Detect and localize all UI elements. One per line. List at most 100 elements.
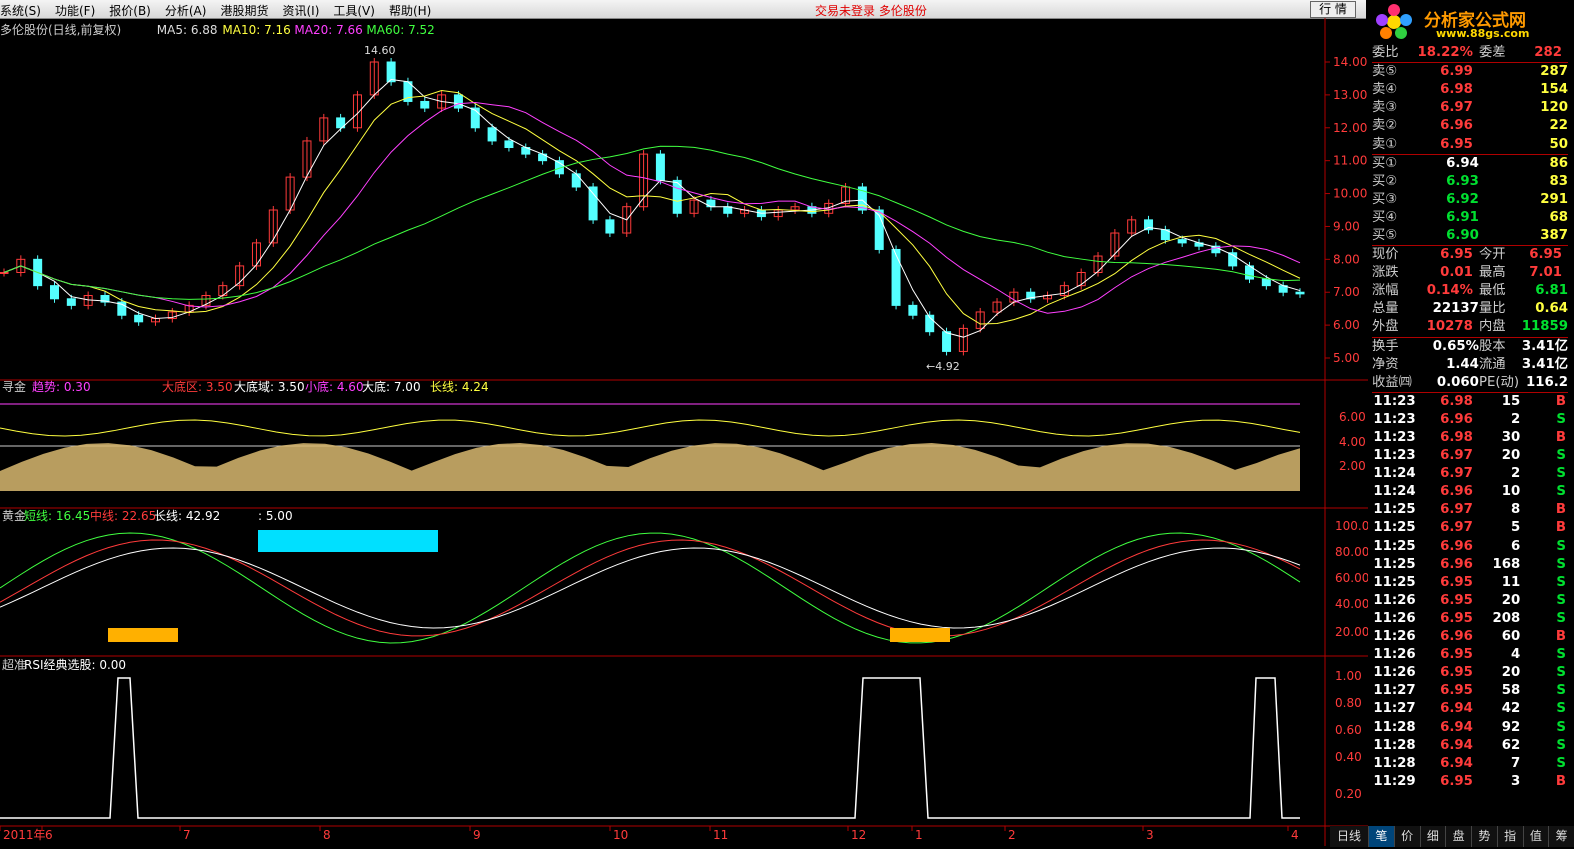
quote-cell: 11:26 (1373, 610, 1416, 626)
quote-panel: 委比 18.22% 委差 282 卖⑤ 6.99 287 卖④ 6.98 154 卖③ 6.97 120… (1368, 44, 1574, 826)
quote-cell: 11:23 (1373, 393, 1416, 409)
ind2-axis-label: 40.00 (1335, 597, 1368, 611)
quote-cell: 10 (1501, 484, 1521, 500)
quote-cell: S (1556, 592, 1566, 608)
quote-cell: 卖① (1372, 136, 1398, 152)
panel-tab-0[interactable]: 笔 (1368, 826, 1394, 847)
x-axis-label: 3 (1146, 828, 1154, 842)
price-axis-label: 10.00 (1333, 187, 1367, 201)
quote-cell: 股本 (1478, 338, 1506, 354)
ind3-axis-label: 0.60 (1335, 723, 1362, 737)
quote-cell: 6.95 (1440, 610, 1473, 626)
panel-tab-3[interactable]: 盘 (1445, 826, 1471, 847)
tick-row: 11:23 6.96 2 S (1372, 411, 1568, 429)
quote-cell: 11:27 (1373, 683, 1416, 699)
quote-cell: 买③ (1372, 191, 1398, 207)
quote-button[interactable]: 行 情 (1310, 1, 1356, 18)
price-axis-label: 11.00 (1333, 154, 1367, 168)
x-axis-label: 2011年 (3, 828, 46, 842)
ind3-axis-label: 0.40 (1335, 750, 1362, 764)
quote-cell: 0.65% (1432, 338, 1479, 354)
menu-item-2[interactable]: 报价(B) (109, 2, 151, 19)
ind1-header-3: 大底域: 3.50 (234, 379, 305, 394)
x-axis-label: 12 (851, 828, 866, 842)
tick-row: 11:26 6.95 20 S (1372, 664, 1568, 682)
panel-tab-7[interactable]: 筹 (1548, 826, 1574, 847)
quote-cell: 0.01 (1440, 265, 1473, 281)
panel-tab-5[interactable]: 指 (1496, 826, 1523, 847)
quote-cell: 11:28 (1373, 737, 1416, 753)
panel-tab-2[interactable]: 细 (1419, 826, 1446, 847)
menu-item-7[interactable]: 帮助(H) (389, 2, 431, 19)
tick-row: 11:27 6.94 42 S (1372, 700, 1568, 718)
menu-bar: 系统(S) 功能(F) 报价(B) 分析(A) 港股期货 资讯(I) 工具(V) 帮助(H) … (0, 0, 1574, 19)
quote-cell: 6.94 (1440, 737, 1473, 753)
bid-row: 买③ 6.92 291 (1372, 191, 1568, 209)
quote-cell: 6.94 (1440, 719, 1473, 735)
tick-row: 11:26 6.96 60 B (1372, 628, 1568, 646)
tick-row: 11:25 6.97 8 B (1372, 501, 1568, 519)
ind1-area (0, 443, 1300, 491)
stats2-row: 收益㈣ 0.060 PE(动) 116.2 (1372, 374, 1568, 393)
menu-item-0[interactable]: 系统(S) (0, 2, 41, 19)
quote-cell: 最低 (1478, 283, 1506, 299)
quote-cell: B (1555, 520, 1566, 536)
ind1-line (0, 419, 1301, 437)
tick-row: 11:24 6.97 2 S (1372, 465, 1568, 483)
quote-cell: 11:25 (1373, 556, 1416, 572)
ask-row: 卖② 6.96 22 (1372, 117, 1568, 135)
quote-cell: 11:25 (1373, 520, 1416, 536)
quote-cell: 11:23 (1373, 411, 1416, 427)
ind1-header-4: 小底: 4.60 (305, 379, 364, 394)
quote-cell: 6.95 (1440, 574, 1473, 590)
menu-item-4[interactable]: 港股期货 (220, 2, 268, 19)
menu-item-5[interactable]: 资讯(I) (282, 2, 319, 19)
quote-cell: 3 (1511, 773, 1521, 789)
kline-chart-area[interactable]: 多伦股份(日线,前复权) MA5: 6.88 MA10: 7.16 MA20: 7.6… (0, 18, 1369, 846)
stats-row: 现价 6.95 今开 6.95 (1372, 245, 1568, 265)
period-daily-tab[interactable]: 日线 (1330, 826, 1368, 847)
quote-cell: 11:26 (1373, 647, 1416, 663)
panel-tab-1[interactable]: 价 (1393, 826, 1420, 847)
quote-cell: B (1555, 502, 1566, 518)
main-header-0: 多伦股份(日线,前复权) (0, 22, 121, 37)
chart-svg[interactable]: 多伦股份(日线,前复权) MA5: 6.88 MA10: 7.16 MA20: 7.6… (0, 18, 1369, 846)
x-axis-label: 4 (1291, 828, 1299, 842)
price-axis-label: 9.00 (1333, 219, 1360, 233)
panel-tab-4[interactable]: 势 (1471, 826, 1497, 847)
panel-tab-6[interactable]: 值 (1522, 826, 1549, 847)
quote-cell: 11:26 (1373, 665, 1416, 681)
quote-cell: S (1556, 647, 1566, 663)
low-price-label: ←4.92 (926, 360, 960, 373)
quote-cell: 净资 (1372, 356, 1399, 372)
quote-cell: 换手 (1372, 338, 1399, 354)
quote-cell: 11:23 (1373, 430, 1416, 446)
candle-body (66, 298, 76, 306)
candle-body (605, 219, 615, 234)
quote-cell: 6.94 (1446, 155, 1479, 171)
quote-cell: 6.99 (1440, 64, 1473, 80)
quote-cell: 11:26 (1373, 629, 1416, 645)
quote-cell: 6.92 (1446, 191, 1479, 207)
menu-item-3[interactable]: 分析(A) (165, 2, 207, 19)
x-axis-label: 1 (915, 828, 923, 842)
ind2-axis-label: 20.00 (1335, 625, 1368, 639)
quote-cell (1479, 154, 1520, 173)
quote-cell: S (1556, 466, 1566, 482)
ind3-axis-label: 0.80 (1335, 696, 1362, 710)
quote-cell: 外盘 (1372, 319, 1399, 335)
candle-body (908, 304, 918, 316)
menu-item-1[interactable]: 功能(F) (55, 2, 95, 19)
x-axis-label: 2 (1008, 828, 1016, 842)
quote-cell: 11:25 (1373, 574, 1416, 590)
quote-cell: 22 (1549, 118, 1568, 134)
candle-body (588, 186, 598, 221)
quote-cell: 6.95 (1440, 647, 1473, 663)
menu-item-6[interactable]: 工具(V) (333, 2, 375, 19)
status-text: 交易未登录 多伦股份 (815, 4, 927, 18)
bid-row: 买② 6.93 83 (1372, 173, 1568, 191)
stats-row: 总量 22137 量比 0.64 (1372, 300, 1568, 318)
quote-cell: 6.97 (1440, 502, 1473, 518)
tick-row: 11:26 6.95 208 S (1372, 610, 1568, 628)
quote-cell: 10278 (1426, 319, 1473, 335)
